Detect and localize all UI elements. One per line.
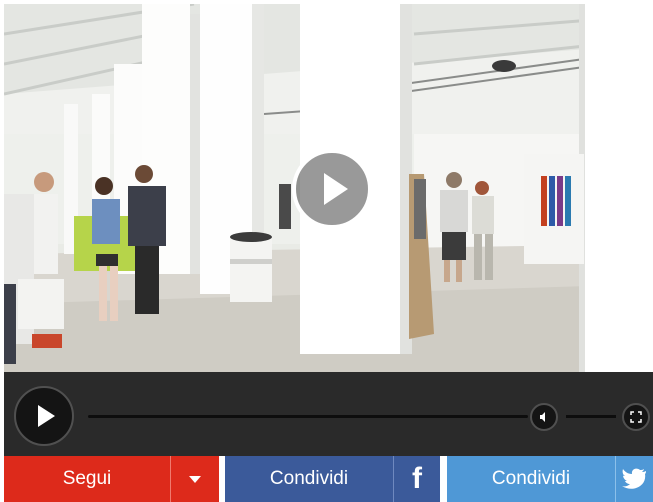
video-controls-bar xyxy=(4,372,653,456)
twitter-icon-button[interactable] xyxy=(615,456,653,502)
caret-down-icon xyxy=(189,476,201,483)
fullscreen-button[interactable] xyxy=(622,403,650,431)
video-frame[interactable] xyxy=(4,4,653,372)
play-icon xyxy=(324,173,348,205)
follow-button[interactable]: Segui xyxy=(4,456,170,502)
facebook-share-button[interactable]: Condividi xyxy=(225,456,393,502)
twitter-share-button[interactable]: Condividi xyxy=(447,456,615,502)
video-player: Segui Condividi f Condividi xyxy=(4,4,653,502)
share-bar: Segui Condividi f Condividi xyxy=(4,456,653,502)
volume-slider[interactable] xyxy=(566,415,616,418)
play-icon xyxy=(38,405,55,427)
big-play-button[interactable] xyxy=(292,149,372,229)
twitter-bird-icon xyxy=(622,468,646,489)
fullscreen-icon xyxy=(630,411,642,423)
facebook-icon[interactable]: f xyxy=(393,456,440,502)
volume-icon xyxy=(540,412,545,422)
play-button[interactable] xyxy=(14,386,74,446)
volume-button[interactable] xyxy=(530,403,558,431)
progress-bar[interactable] xyxy=(88,415,528,418)
follow-dropdown-button[interactable] xyxy=(170,456,219,502)
